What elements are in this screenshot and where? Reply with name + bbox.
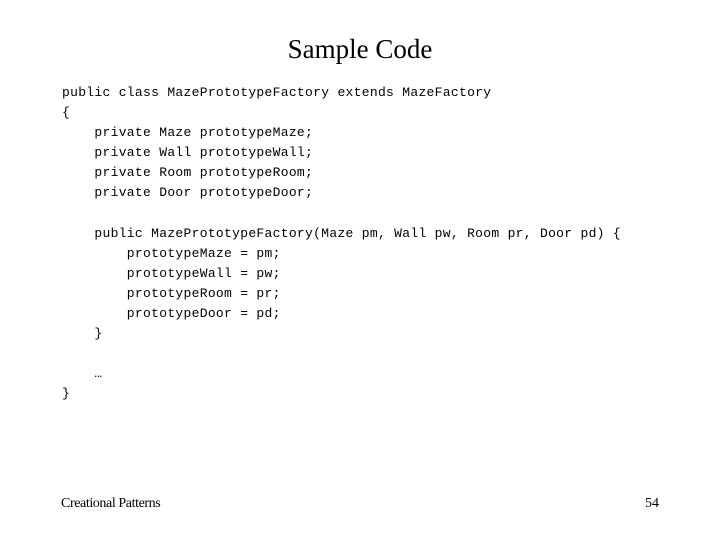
code-line: prototypeRoom = pr; — [62, 285, 281, 301]
code-line: private Door prototypeDoor; — [62, 185, 314, 201]
page-number: 54 — [645, 496, 659, 511]
code-line: } — [62, 386, 71, 402]
code-line: private Wall prototypeWall; — [62, 145, 314, 161]
code-line: private Maze prototypeMaze; — [62, 125, 314, 141]
code-line: … — [62, 366, 103, 382]
code-line: prototypeMaze = pm; — [62, 245, 281, 261]
code-line: prototypeDoor = pd; — [62, 306, 281, 322]
code-line: { — [62, 105, 71, 121]
code-line: } — [62, 326, 103, 342]
footer-title: Creational Patterns — [61, 496, 161, 511]
code-block: public class MazePrototypeFactory extend… — [62, 83, 621, 405]
code-line: public MazePrototypeFactory(Maze pm, Wal… — [62, 225, 621, 241]
code-line: private Room prototypeRoom; — [62, 165, 314, 181]
slide-title: Sample Code — [287, 34, 433, 64]
code-line: public class MazePrototypeFactory extend… — [62, 85, 492, 100]
code-line: prototypeWall = pw; — [62, 265, 281, 281]
